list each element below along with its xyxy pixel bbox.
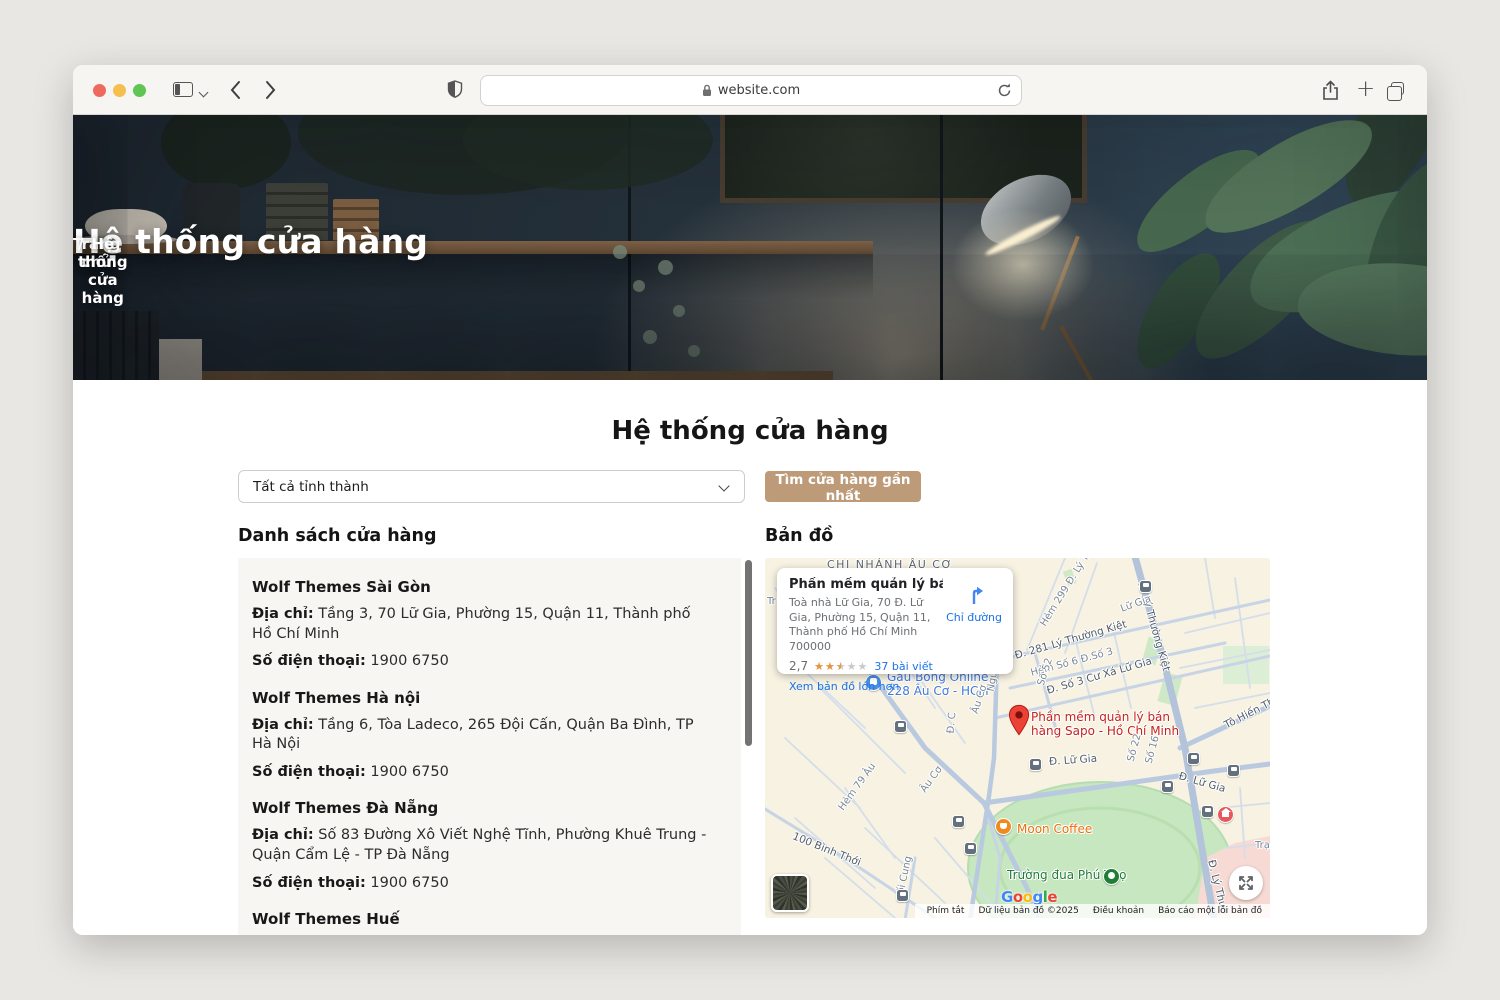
- address-bar[interactable]: website.com: [480, 75, 1022, 106]
- new-tab-icon[interactable]: +: [1356, 76, 1375, 102]
- bus-stop-icon: [1161, 780, 1174, 793]
- map-attribution-item[interactable]: Báo cáo một lỗi bản đồ: [1158, 906, 1262, 916]
- share-icon[interactable]: [1321, 79, 1340, 106]
- find-nearest-store-button[interactable]: Tìm cửa hàng gần nhất: [765, 471, 921, 502]
- store-list-item: Wolf Themes HuếĐịa chỉ: Số 06, Đường số …: [252, 910, 707, 935]
- scrollbar-thumb[interactable]: [745, 560, 752, 746]
- close-window-button[interactable]: [93, 84, 106, 97]
- browser-window: website.com +: [73, 65, 1427, 935]
- refresh-icon[interactable]: [996, 82, 1013, 103]
- page-content: Hệ thống cửa hàng Tất cả tỉnh thành Tìm …: [73, 380, 1427, 935]
- bus-stop-icon: [964, 842, 977, 855]
- map-label: Trạ: [1255, 840, 1270, 851]
- bus-stop-icon: [1139, 580, 1152, 593]
- bus-stop-icon: [896, 889, 909, 902]
- rating-stars: ★★★★★★★★★★: [814, 661, 868, 672]
- bus-stop-icon: [1227, 764, 1240, 777]
- map-attribution-item[interactable]: Phím tắt: [927, 906, 965, 916]
- browser-toolbar: website.com +: [73, 65, 1427, 115]
- breadcrumb-current: Hệ thống cửa hàng: [78, 235, 128, 307]
- rating-value: 2,7: [789, 659, 808, 673]
- store-list-item: Wolf Themes Sài Gòn Địa chỉ: Tầng 3, 70 L…: [252, 578, 707, 672]
- province-select-value: Tất cả tỉnh thành: [253, 479, 369, 495]
- chevron-down-icon[interactable]: [199, 88, 209, 98]
- map[interactable]: CHI NHÁNH ÂU CƠTrGấu Bông Online228 Âu C…: [765, 558, 1270, 918]
- store-phone: Số điện thoại: 1900 6750: [252, 874, 707, 894]
- bus-stop-icon: [1187, 752, 1200, 765]
- map-attribution-item[interactable]: Điều khoản: [1093, 906, 1144, 916]
- park-poi-icon[interactable]: [1103, 868, 1120, 885]
- map-attribution: Phím tắt Dữ liệu bản đồ ©2025 Điều khoản Bá…: [915, 904, 1270, 918]
- store-phone: Số điện thoại: 1900 6750: [252, 652, 707, 672]
- store-address: Địa chỉ: Tầng 3, 70 Lữ Gia, Phường 15, Q…: [252, 605, 707, 644]
- store-name: Wolf Themes Huế: [252, 910, 707, 928]
- url-text: website.com: [718, 83, 800, 98]
- coffee-poi-icon[interactable]: [995, 818, 1012, 835]
- bus-stop-icon: [952, 815, 965, 828]
- tab-overview-icon[interactable]: [1391, 82, 1404, 95]
- map-label: Moon Coffee: [1017, 822, 1092, 836]
- store-name: Wolf Themes Đà Nẵng: [252, 799, 707, 817]
- directions-icon[interactable]: [962, 592, 986, 611]
- bus-stop-icon: [894, 720, 907, 733]
- map-label: Đ. C: [946, 712, 959, 734]
- view-larger-map-link[interactable]: Xem bản đồ lớn hơn: [789, 680, 943, 693]
- map-title: Bản đồ: [765, 526, 833, 546]
- map-label: Tr: [767, 596, 776, 607]
- map-info-card: Phần mềm quản lý bán hàng S... Toà nhà L…: [777, 568, 1013, 674]
- store-address: Địa chỉ: Số 83 Đường Xô Viết Nghệ Tĩnh, …: [252, 826, 707, 865]
- store-list-item: Wolf Themes Hà nội Địa chỉ: Tầng 6, Tòa L…: [252, 689, 707, 783]
- map-pin-sapo[interactable]: [1008, 704, 1030, 740]
- province-select[interactable]: Tất cả tỉnh thành: [238, 470, 745, 503]
- hero-banner: Hệ thống cửa hàng Trang chủ/Hệ thống cửa…: [73, 115, 1427, 380]
- store-list-title: Danh sách cửa hàng: [238, 526, 436, 546]
- fullscreen-button[interactable]: [1229, 866, 1263, 900]
- reviews-link[interactable]: 37 bài viết: [874, 660, 932, 673]
- map-attribution-item: Dữ liệu bản đồ ©2025: [978, 906, 1078, 916]
- store-name: Wolf Themes Sài Gòn: [252, 578, 707, 596]
- bus-stop-icon: [1029, 758, 1042, 771]
- minimize-window-button[interactable]: [113, 84, 126, 97]
- section-title: Hệ thống cửa hàng: [73, 416, 1427, 446]
- chevron-down-icon: [718, 480, 729, 491]
- back-button[interactable]: [229, 79, 243, 105]
- directions-link[interactable]: Chỉ đường: [943, 611, 1005, 624]
- store-phone: Số điện thoại: 1900 6750: [252, 763, 707, 783]
- store-list-item: Wolf Themes Đà Nẵng Địa chỉ: Số 83 Đường …: [252, 799, 707, 893]
- forward-button[interactable]: [263, 79, 277, 105]
- map-card-address: Toà nhà Lữ Gia, 70 Đ. Lữ Gia, Phường 15,…: [789, 596, 943, 654]
- lodging-poi-icon[interactable]: [1217, 806, 1234, 823]
- store-list: Wolf Themes Sài Gòn Địa chỉ: Tầng 3, 70 L…: [238, 558, 741, 935]
- zoom-window-button[interactable]: [133, 84, 146, 97]
- store-name: Wolf Themes Hà nội: [252, 689, 707, 707]
- satellite-view-toggle[interactable]: [771, 874, 809, 912]
- privacy-shield-icon[interactable]: [447, 80, 463, 104]
- lock-icon: [702, 84, 712, 97]
- bus-stop-icon: [1201, 805, 1214, 818]
- store-address: Địa chỉ: Tầng 6, Tòa Ladeco, 265 Đội Cấn…: [252, 716, 707, 755]
- map-label: Phần mềm quản lý bán: [1031, 710, 1170, 724]
- sidebar-toggle-icon[interactable]: [173, 82, 193, 97]
- map-card-title: Phần mềm quản lý bán hàng S...: [789, 577, 943, 592]
